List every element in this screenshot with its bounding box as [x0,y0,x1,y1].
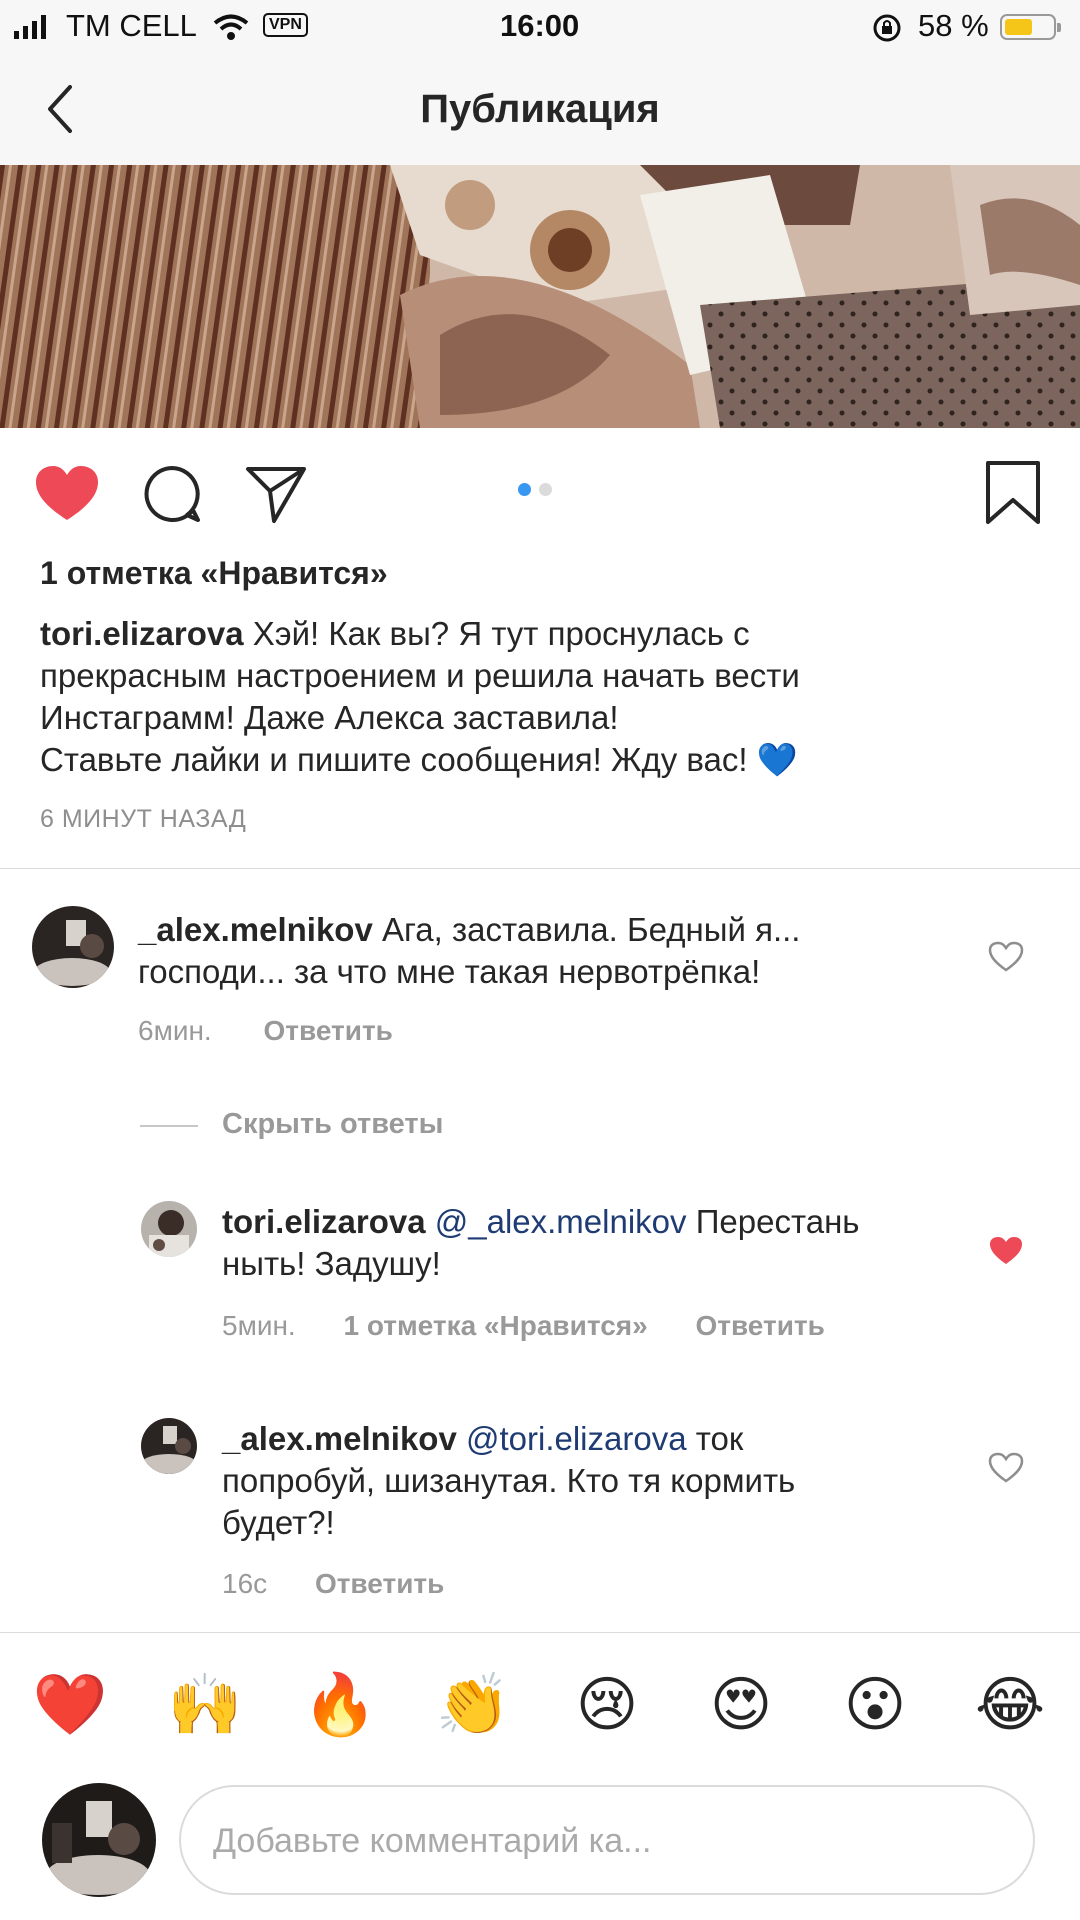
reply-button[interactable]: Ответить [695,1310,824,1341]
comment-meta: 6мин. Ответить [138,1015,393,1047]
caption-line: прекрасным настроением и решила начать в… [40,657,800,694]
reply-author[interactable]: _alex.melnikov [222,1420,457,1457]
comment-line: Ага, заставила. Бедный я... [381,911,801,948]
carousel-dot [539,483,552,496]
carousel-indicator [518,483,560,501]
reply-line: Перестань [695,1203,860,1240]
orientation-lock-icon [873,14,901,42]
caption-line: Ставьте лайки и пишите сообщения! Жду ва… [40,741,748,778]
comment-text: _alex.melnikov Ага, заставила. Бедный я.… [138,909,958,993]
carrier-name: TM CELL [66,8,197,43]
comment-author[interactable]: _alex.melnikov [138,911,373,948]
divider [0,1632,1080,1633]
post-timestamp: 6 МИНУТ НАЗАД [40,805,247,833]
comment-input-box[interactable] [179,1785,1035,1895]
battery-percent: 58 % [918,8,989,43]
emoji-crying-face[interactable]: 😢 [567,1670,647,1740]
comment-icon[interactable] [141,463,203,525]
reply-text: tori.elizarova @_alex.melnikov Перестань… [222,1201,982,1285]
wifi-icon [213,14,249,40]
status-bar: TM CELL VPN 16:00 58 % [0,0,1080,55]
reply-liked-heart-icon[interactable] [988,1235,1024,1267]
reply-mention[interactable]: @_alex.melnikov [435,1203,687,1240]
avatar[interactable] [141,1201,197,1257]
replies-line [140,1125,198,1127]
clock: 16:00 [500,8,580,43]
reply-meta: 16с Ответить [222,1568,444,1600]
hide-replies-button[interactable]: Скрыть ответы [222,1108,443,1141]
avatar[interactable] [32,906,114,988]
reply-button[interactable]: Ответить [264,1015,393,1046]
carousel-dot-active [518,483,531,496]
share-send-icon[interactable] [244,461,308,525]
post-likes-count[interactable]: 1 отметка «Нравится» [40,555,388,592]
bookmark-icon[interactable] [984,460,1042,526]
reply-line: ныть! Задушу! [222,1245,441,1282]
reply-line: будет?! [222,1504,335,1541]
comment-like-heart-icon[interactable] [988,941,1024,973]
emoji-clapping-hands[interactable]: 👏 [433,1670,513,1740]
battery-icon [1000,14,1061,40]
divider [0,868,1080,869]
reply-like-heart-icon[interactable] [988,1452,1024,1484]
reply-line: ток [695,1420,744,1457]
current-user-avatar [42,1783,156,1897]
emoji-raising-hands[interactable]: 🙌 [165,1670,245,1740]
reply-author[interactable]: tori.elizarova [222,1203,426,1240]
emoji-surprised-face[interactable]: 😮 [835,1670,915,1740]
caption-line: Инстаграмм! Даже Алекса заставила! [40,699,619,736]
reply-text: _alex.melnikov @tori.elizarova ток попро… [222,1418,982,1544]
post-photo[interactable] [0,165,1080,428]
post-caption: tori.elizarova Хэй! Как вы? Я тут просну… [40,613,1040,781]
avatar[interactable] [141,1418,197,1474]
nav-header: Публикация [0,55,1080,165]
reply-mention[interactable]: @tori.elizarova [466,1420,687,1457]
reply-meta: 5мин. 1 отметка «Нравится» Ответить [222,1310,825,1342]
reply-line: попробуй, шизанутая. Кто тя кормить [222,1462,796,1499]
emoji-heart-eyes[interactable]: 😍 [701,1670,781,1740]
emoji-red-heart[interactable]: ❤️ [30,1670,110,1740]
comment-line: господи... за что мне такая нервотрёпка! [138,953,761,990]
page-title: Публикация [420,87,660,131]
blue-heart-emoji: 💙 [756,741,798,778]
reply-likes-count[interactable]: 1 отметка «Нравится» [344,1310,648,1341]
reply-time: 5мин. [222,1310,296,1341]
caption-author[interactable]: tori.elizarova [40,615,244,652]
emoji-fire[interactable]: 🔥 [300,1670,380,1740]
signal-icon [14,15,46,39]
caption-line: Хэй! Как вы? Я тут проснулась с [252,615,750,652]
emoji-tears-of-joy[interactable]: 😂 [970,1670,1050,1740]
comment-input[interactable] [211,1787,995,1895]
vpn-badge: VPN [263,13,308,37]
comment-time: 6мин. [138,1015,212,1046]
reply-time: 16с [222,1568,268,1599]
like-heart-icon[interactable] [34,464,100,524]
reply-button[interactable]: Ответить [315,1568,444,1599]
